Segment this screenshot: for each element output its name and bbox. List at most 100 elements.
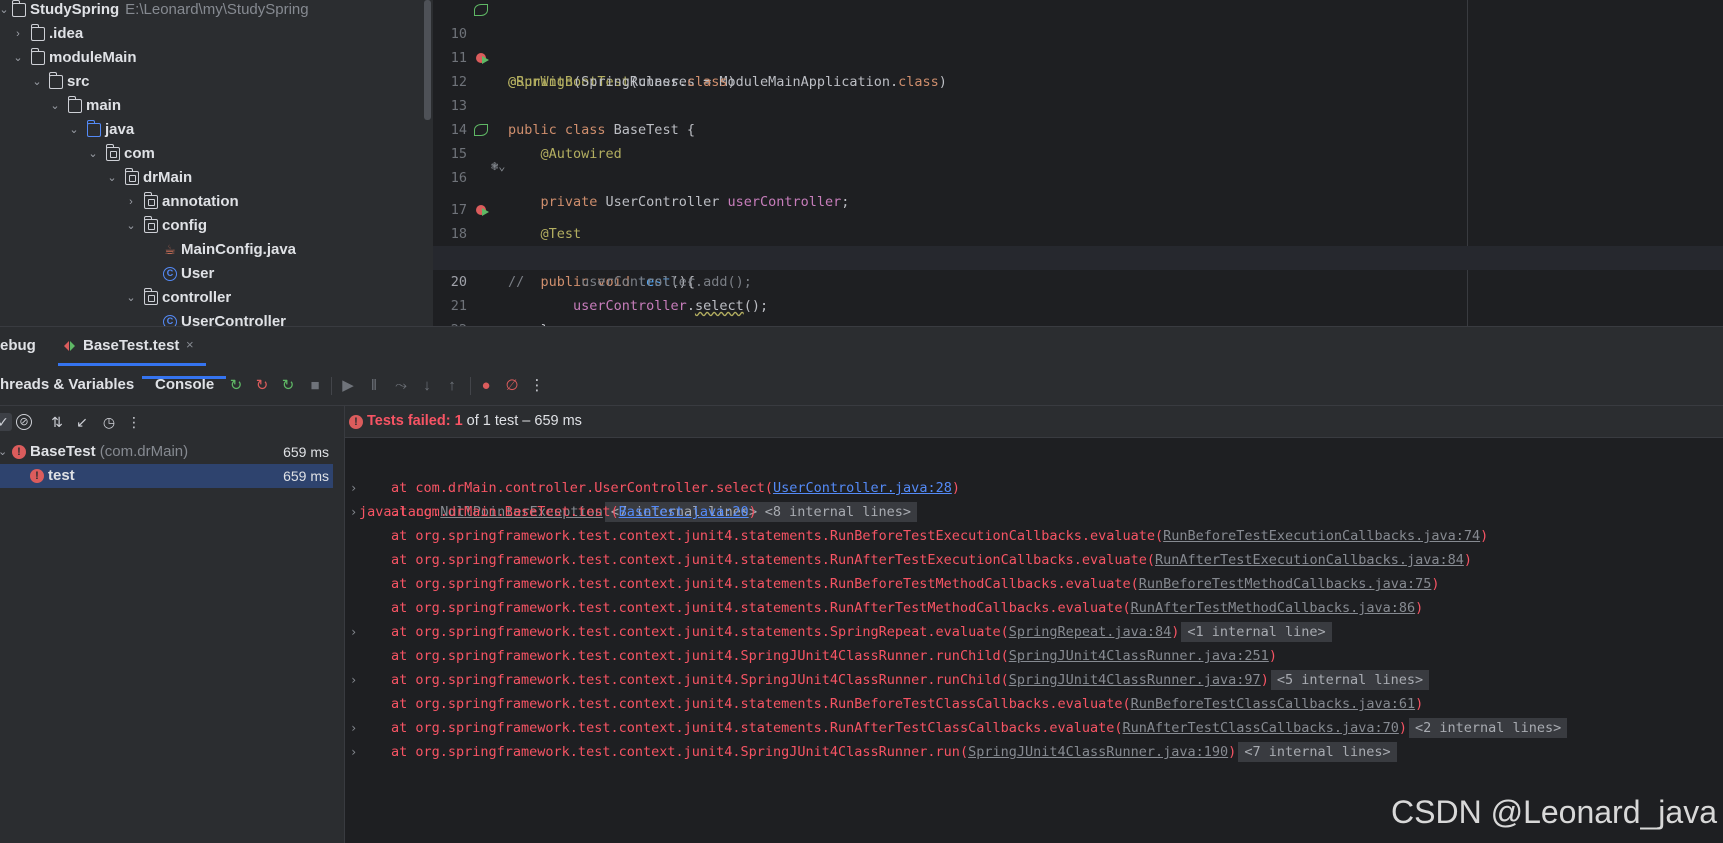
code-line[interactable]: 11 @RunWith(SpringRunner.class) <box>433 22 1723 90</box>
code-line-current[interactable]: 20 userController.select(); <box>433 246 1723 314</box>
view-breakpoints-icon[interactable]: ● <box>477 377 495 395</box>
source-link[interactable]: SpringJUnit4ClassRunner.java:190 <box>968 744 1228 760</box>
code-line[interactable]: 14 @Autowired <box>433 94 1723 162</box>
test-row-test[interactable]: ! test 659 ms <box>0 464 333 488</box>
source-link[interactable]: SpringJUnit4ClassRunner.java:97 <box>1009 672 1261 688</box>
rerun-icon[interactable]: ↻ <box>227 377 245 395</box>
chevron-down-icon[interactable]: ⌄ <box>0 440 7 464</box>
chevron-down-icon[interactable]: ⌄ <box>68 118 80 142</box>
more-icon[interactable]: ⋮ <box>528 377 546 395</box>
ai-inlay-icon[interactable]: ❃⌄ <box>491 158 505 174</box>
tree-row-drmain[interactable]: ⌄ drMain <box>0 166 430 190</box>
tree-row-main[interactable]: ⌄ main <box>0 94 430 118</box>
chevron-right-icon[interactable]: › <box>350 740 357 764</box>
chevron-down-icon[interactable]: ⌄ <box>12 46 24 70</box>
internal-lines-fold[interactable]: <5 internal lines> <box>1270 670 1430 690</box>
tree-row-annotation[interactable]: › annotation <box>0 190 430 214</box>
show-passed-icon[interactable]: ✓ <box>0 413 12 431</box>
run-test-icon[interactable] <box>476 53 489 64</box>
source-link[interactable]: RunAfterTestMethodCallbacks.java:86 <box>1131 600 1415 616</box>
code-editor[interactable]: 10 @SpringBootTest(classes = ModuleMainA… <box>433 0 1723 326</box>
tree-row-user[interactable]: C User <box>0 262 430 286</box>
stop-icon[interactable]: ■ <box>306 377 324 395</box>
code-line[interactable]: 12 public class BaseTest { <box>433 46 1723 138</box>
code-line[interactable]: 17 @Test <box>433 174 1723 242</box>
tree-row-com[interactable]: ⌄ com <box>0 142 430 166</box>
internal-lines-fold[interactable]: <8 internal lines> <box>758 502 918 522</box>
source-link[interactable]: RunAfterTestClassCallbacks.java:70 <box>1123 720 1399 736</box>
spring-bean-icon[interactable] <box>474 4 488 16</box>
tree-item-label: StudySpring <box>30 1 120 18</box>
step-into-icon[interactable]: ↓ <box>418 377 436 395</box>
step-over-icon[interactable]: ⤳ <box>392 377 410 395</box>
code-line[interactable]: 21 } <box>433 270 1723 326</box>
source-link[interactable]: RunBeforeTestExecutionCallbacks.java:74 <box>1163 528 1480 544</box>
tree-row-mainconfig[interactable]: ☕ MainConfig.java <box>0 238 430 262</box>
tab-threads-variables[interactable]: hreads & Variables <box>0 376 134 393</box>
internal-lines-fold[interactable]: <2 internal lines> <box>1408 718 1568 738</box>
tree-item-label: .idea <box>49 25 84 42</box>
code-line[interactable]: 22 } <box>433 294 1723 326</box>
rerun-debug-icon[interactable]: ↻ <box>279 377 297 395</box>
chevron-right-icon[interactable]: › <box>350 716 357 740</box>
source-link[interactable]: SpringJUnit4ClassRunner.java:251 <box>1009 648 1269 664</box>
chevron-right-icon[interactable]: › <box>12 22 24 46</box>
chevron-down-icon[interactable]: ⌄ <box>87 142 99 166</box>
code-line[interactable]: 19 // userController.add(); <box>433 222 1723 290</box>
source-link[interactable]: UserController.java:28 <box>773 480 952 496</box>
test-duration: 659 ms <box>283 468 329 484</box>
resume-icon[interactable]: ▶ <box>339 377 357 395</box>
tree-row-java[interactable]: ⌄ java <box>0 118 430 142</box>
stack-frame-line: › at org.springframework.test.context.jun… <box>345 716 1723 740</box>
tree-row-project-root[interactable]: ⌄ StudySpring E:\Leonard\my\StudySpring <box>0 0 430 22</box>
source-link[interactable]: RunAfterTestExecutionCallbacks.java:84 <box>1155 552 1464 568</box>
chevron-down-icon[interactable]: ⌄ <box>106 166 118 190</box>
autowired-bean-icon[interactable] <box>474 124 488 136</box>
chevron-right-icon[interactable]: › <box>350 668 357 692</box>
tree-scrollbar[interactable] <box>424 0 431 120</box>
tree-row-usercontroller[interactable]: C UserController <box>0 310 430 326</box>
chevron-down-icon[interactable]: ⌄ <box>125 214 137 238</box>
source-link[interactable]: BaseTest.java:20 <box>619 504 749 520</box>
source-link[interactable]: RunBeforeTestClassCallbacks.java:61 <box>1131 696 1415 712</box>
tree-row-idea[interactable]: › .idea <box>0 22 430 46</box>
frame-text: at org.springframework.test.context.juni… <box>391 576 1139 592</box>
show-ignored-icon[interactable]: ⊘ <box>16 414 32 430</box>
tree-row-controller[interactable]: ⌄ controller <box>0 286 430 310</box>
tab-console[interactable]: Console <box>142 366 226 406</box>
console-output[interactable]: ! Tests failed: 1 of 1 test – 659 ms › j… <box>345 406 1723 843</box>
source-link[interactable]: RunBeforeTestMethodCallbacks.java:75 <box>1139 576 1432 592</box>
source-link[interactable]: SpringRepeat.java:84 <box>1009 624 1172 640</box>
frame-text: at org.springframework.test.context.juni… <box>391 720 1123 736</box>
step-out-icon[interactable]: ↑ <box>443 377 461 395</box>
code-line[interactable]: 10 @SpringBootTest(classes = ModuleMainA… <box>433 0 1723 90</box>
run-test-icon[interactable] <box>476 205 489 216</box>
code-line[interactable]: 15 private UserController userController… <box>433 118 1723 210</box>
pause-icon[interactable]: ‖ <box>365 377 383 395</box>
rerun-failed-icon[interactable]: ↻ <box>253 377 271 395</box>
history-icon[interactable]: ◷ <box>100 413 118 431</box>
tab-basetest-test[interactable]: BaseTest.test × <box>58 327 206 366</box>
test-row-basetest[interactable]: ⌄ ! BaseTest (com.drMain) 659 ms <box>0 440 333 464</box>
close-icon[interactable]: × <box>186 337 194 352</box>
code-line[interactable]: 13 <box>433 70 1723 114</box>
chevron-down-icon[interactable]: ⌄ <box>49 94 61 118</box>
internal-lines-fold[interactable]: <1 internal line> <box>1181 622 1332 642</box>
chevron-right-icon[interactable]: › <box>350 500 357 524</box>
chevron-right-icon[interactable]: › <box>350 620 357 644</box>
more-icon[interactable]: ⋮ <box>125 413 143 431</box>
stack-frame-line: › at org.springframework.test.context.jun… <box>345 740 1723 764</box>
chevron-down-icon[interactable]: ⌄ <box>31 70 43 94</box>
internal-lines-fold[interactable]: <7 internal lines> <box>1238 742 1397 762</box>
chevron-down-icon[interactable]: ⌄ <box>125 286 137 310</box>
tree-row-config[interactable]: ⌄ config <box>0 214 430 238</box>
mute-breakpoints-icon[interactable]: ∅ <box>503 377 521 395</box>
code-line[interactable]: 18 public void test(){ <box>433 198 1723 290</box>
tree-row-modulemain[interactable]: ⌄ moduleMain <box>0 46 430 70</box>
collapse-icon[interactable]: ↙ <box>73 413 91 431</box>
sort-icon[interactable]: ⇅ <box>48 413 66 431</box>
frame-text: at org.springframework.test.context.juni… <box>391 744 969 760</box>
chevron-down-icon[interactable]: ⌄ <box>0 0 10 22</box>
chevron-right-icon[interactable]: › <box>125 190 137 214</box>
tree-row-src[interactable]: ⌄ src <box>0 70 430 94</box>
